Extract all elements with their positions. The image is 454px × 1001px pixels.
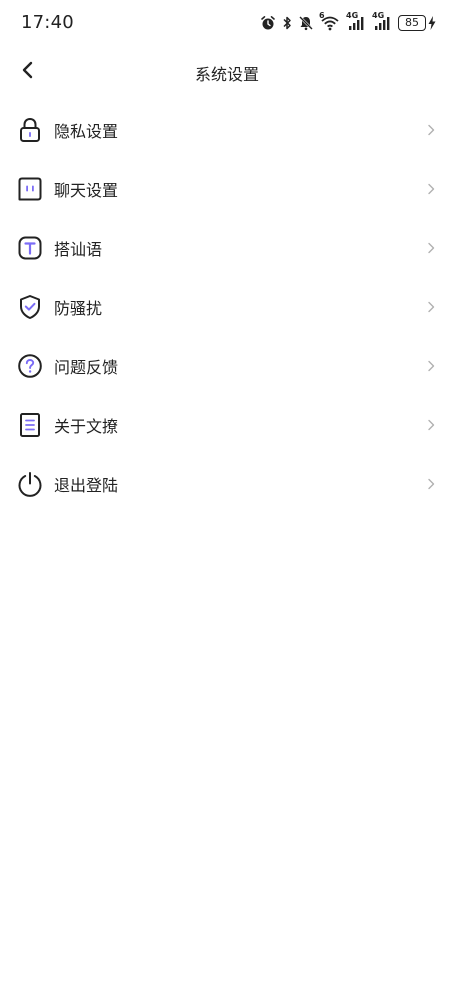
settings-item-label: 问题反馈 xyxy=(54,357,119,377)
settings-item-label: 退出登陆 xyxy=(54,475,119,495)
signal-icon: 4G xyxy=(346,12,366,31)
settings-item-label: 隐私设置 xyxy=(54,121,119,141)
settings-item-about[interactable]: 关于文撩 xyxy=(0,395,454,454)
alarm-icon xyxy=(260,15,276,31)
chevron-right-icon xyxy=(426,123,436,137)
status-bar: 17:40 6 4G 4G 85 xyxy=(0,0,454,46)
status-time: 17:40 xyxy=(21,12,74,33)
settings-item-label: 聊天设置 xyxy=(54,180,119,200)
shield-check-icon xyxy=(17,294,43,320)
bluetooth-icon xyxy=(282,15,292,31)
settings-item-greeting[interactable]: 搭讪语 xyxy=(0,218,454,277)
chevron-right-icon xyxy=(426,300,436,314)
mute-bell-icon xyxy=(298,15,314,31)
settings-list: 隐私设置 聊天设置 搭讪语 防骚扰 问题反馈 关于文撩 退出登陆 xyxy=(0,100,454,513)
chevron-right-icon xyxy=(426,241,436,255)
page-title: 系统设置 xyxy=(194,65,259,84)
settings-item-chat[interactable]: 聊天设置 xyxy=(0,159,454,218)
settings-item-label: 搭讪语 xyxy=(54,239,103,259)
lock-icon xyxy=(17,117,43,143)
status-icons: 6 4G 4G 85 xyxy=(260,12,436,34)
wifi-icon: 6 xyxy=(319,12,340,31)
document-icon xyxy=(17,412,43,438)
chat-icon xyxy=(17,176,43,202)
top-app-bar: 系统设置 xyxy=(0,46,454,98)
signal-icon: 4G xyxy=(372,12,392,31)
settings-item-anti-harassment[interactable]: 防骚扰 xyxy=(0,277,454,336)
chevron-right-icon xyxy=(426,477,436,491)
settings-item-privacy[interactable]: 隐私设置 xyxy=(0,100,454,159)
text-t-icon xyxy=(17,235,43,261)
settings-item-feedback[interactable]: 问题反馈 xyxy=(0,336,454,395)
settings-item-logout[interactable]: 退出登陆 xyxy=(0,454,454,513)
chevron-right-icon xyxy=(426,359,436,373)
charging-icon xyxy=(428,16,436,30)
chevron-right-icon xyxy=(426,182,436,196)
settings-item-label: 防骚扰 xyxy=(54,298,103,318)
battery-icon: 85 xyxy=(398,15,436,31)
chevron-right-icon xyxy=(426,418,436,432)
power-icon xyxy=(17,471,43,497)
question-icon xyxy=(17,353,43,379)
battery-level: 85 xyxy=(398,15,426,31)
settings-item-label: 关于文撩 xyxy=(54,416,119,436)
